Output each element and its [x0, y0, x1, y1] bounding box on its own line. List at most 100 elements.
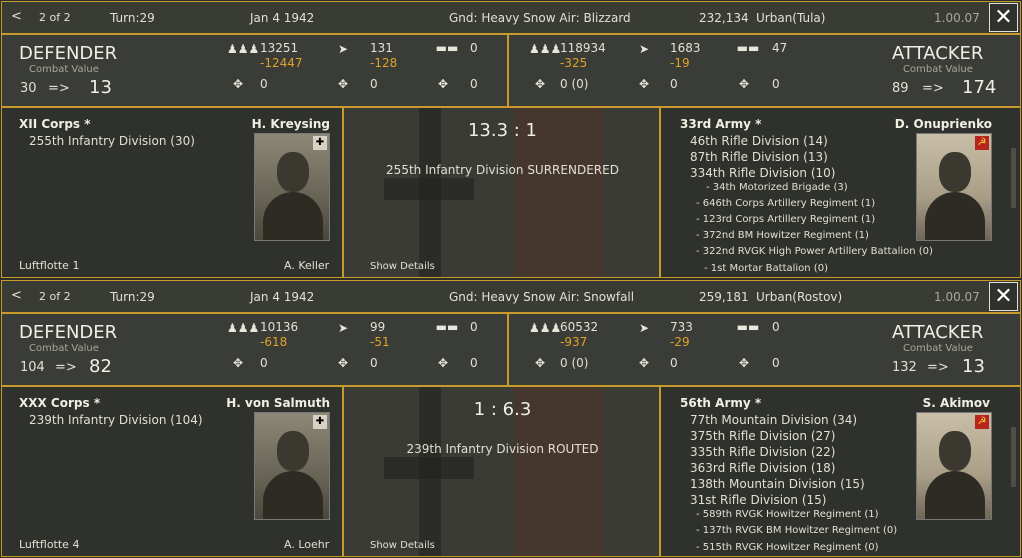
cv-start: 30 [20, 81, 37, 96]
men-loss: -325 [560, 56, 588, 70]
attacker-units-panel: 33rd Army * D. Onuprienko 46th Rifle Div… [660, 107, 1021, 278]
show-details-link[interactable]: Show Details [370, 540, 435, 551]
support-unit-item[interactable]: - 34th Motorized Brigade (3) [706, 182, 848, 193]
german-cross-icon: ✚ [313, 136, 327, 150]
defender-title: DEFENDER [19, 43, 118, 64]
close-button[interactable]: ✕ [989, 282, 1018, 311]
bomber-icon: ✥ [638, 77, 650, 91]
battle-result-panel: 13.3 : 1 255th Infantry Division SURREND… [343, 107, 660, 278]
recon-count: 0 [772, 77, 780, 91]
unit-list-item[interactable]: 31st Rifle Division (15) [690, 493, 826, 507]
unit-list-item[interactable]: 375th Rifle Division (27) [690, 429, 835, 443]
units-scrollbar[interactable] [1011, 427, 1016, 487]
show-details-link[interactable]: Show Details [370, 261, 435, 272]
version-label: 1.00.07 [934, 290, 980, 304]
unit-list-item[interactable]: 239th Infantry Division (104) [29, 413, 203, 427]
german-cross-icon: ✚ [313, 415, 327, 429]
fighters-count: 0 (0) [560, 356, 589, 370]
turn-label: Turn:29 [110, 11, 155, 25]
defender-hq[interactable]: XII Corps * [19, 117, 91, 131]
recon-plane-icon: ✥ [437, 77, 449, 91]
unit-list-item[interactable]: 87th Rifle Division (13) [690, 150, 828, 164]
attacker-hq[interactable]: 33rd Army * [680, 117, 761, 131]
unit-list-item[interactable]: 77th Mountain Division (34) [690, 413, 857, 427]
commander-portrait: ☭ [916, 412, 992, 520]
tank-icon: ▬▬ [736, 41, 760, 55]
attacker-hq[interactable]: 56th Army * [680, 396, 761, 410]
tanks-count: 0 [470, 41, 478, 55]
unit-list-item[interactable]: 255th Infantry Division (30) [29, 134, 195, 148]
unit-list-item[interactable]: 138th Mountain Division (15) [690, 477, 865, 491]
air-commander-label: A. Keller [284, 259, 330, 272]
fighter-icon: ✥ [534, 77, 546, 91]
bomber-icon: ✥ [337, 77, 349, 91]
commander-portrait: ☭ [916, 133, 992, 241]
total-men-label: 232,134 [699, 11, 749, 25]
tanks-count: 47 [772, 41, 788, 55]
support-unit-item[interactable]: - 589th RVGK Howitzer Regiment (1) [696, 509, 879, 520]
close-button[interactable]: ✕ [989, 3, 1018, 32]
infantry-icon: ♟♟♟ [227, 42, 260, 56]
combat-value-label: Combat Value [29, 64, 99, 75]
recon-plane-icon: ✥ [738, 356, 750, 370]
unit-list-item[interactable]: 363rd Rifle Division (18) [690, 461, 835, 475]
fighter-icon: ✥ [534, 356, 546, 370]
cv-end: 82 [89, 356, 112, 377]
commander-portrait: ✚ [254, 412, 330, 520]
bombers-count: 0 [670, 356, 678, 370]
bombers-count: 0 [670, 77, 678, 91]
attacker-summary: ♟♟♟ 118934 -325 ➤ 1683 -19 ▬▬ 47 ✥ 0 (0)… [508, 34, 1021, 107]
portrait-head [277, 431, 309, 471]
guns-loss: -19 [670, 56, 690, 70]
defender-hq[interactable]: XXX Corps * [19, 396, 100, 410]
support-unit-item[interactable]: - 322nd RVGK High Power Artillery Battal… [696, 246, 933, 257]
guns-loss: -29 [670, 335, 690, 349]
page-indicator: 2 of 2 [39, 290, 71, 303]
support-unit-item[interactable]: - 1st Mortar Battalion (0) [704, 263, 828, 274]
bomber-icon: ✥ [337, 356, 349, 370]
unit-list-item[interactable]: 335th Rifle Division (22) [690, 445, 835, 459]
tank-icon: ▬▬ [435, 41, 459, 55]
defender-commander: H. von Salmuth [226, 396, 330, 410]
air-commander-label: A. Loehr [284, 538, 330, 551]
soviet-flag-icon: ☭ [975, 415, 989, 429]
prev-page-button[interactable]: < [11, 9, 22, 24]
combat-report-2: < 2 of 2 Turn:29 Jan 4 1942 Gnd: Heavy S… [0, 279, 1022, 558]
support-unit-item[interactable]: - 123rd Corps Artillery Regiment (1) [696, 214, 875, 225]
cv-end: 13 [962, 356, 985, 377]
unit-list-item[interactable]: 46th Rifle Division (14) [690, 134, 828, 148]
bombers-count: 0 [370, 356, 378, 370]
portrait-head [939, 152, 971, 192]
commander-portrait: ✚ [254, 133, 330, 241]
date-label: Jan 4 1942 [250, 11, 315, 25]
men-loss: -937 [560, 335, 588, 349]
german-cross-backdrop-bar [384, 178, 474, 200]
terrain-label: Urban(Tula) [756, 11, 826, 25]
support-unit-item[interactable]: - 646th Corps Artillery Regiment (1) [696, 198, 875, 209]
men-count: 13251 [260, 41, 299, 55]
units-scrollbar[interactable] [1011, 148, 1016, 208]
german-cross-backdrop-bar [384, 457, 474, 479]
bomber-icon: ✥ [638, 356, 650, 370]
men-loss: -12447 [260, 56, 303, 70]
weather-label: Gnd: Heavy Snow Air: Snowfall [449, 290, 635, 304]
cv-start: 132 [892, 360, 917, 375]
cv-arrow: => [927, 360, 949, 375]
guns-count: 1683 [670, 41, 701, 55]
cv-end: 13 [89, 77, 112, 98]
prev-page-button[interactable]: < [11, 288, 22, 303]
air-hq-label: Luftflotte 1 [19, 259, 80, 272]
cv-start: 104 [20, 360, 45, 375]
defender-summary: DEFENDER Combat Value 104 => 82 ♟♟♟ 1013… [1, 313, 508, 386]
air-hq-label: Luftflotte 4 [19, 538, 80, 551]
portrait-torso [925, 192, 985, 240]
unit-list-item[interactable]: 334th Rifle Division (10) [690, 166, 835, 180]
support-unit-item[interactable]: - 137th RVGK BM Howitzer Regiment (0) [696, 525, 897, 536]
guns-count: 131 [370, 41, 393, 55]
support-unit-item[interactable]: - 515th RVGK Howitzer Regiment (0) [696, 542, 879, 553]
fighter-icon: ✥ [232, 356, 244, 370]
odds-ratio: 1 : 6.3 [473, 399, 532, 420]
cv-arrow: => [922, 81, 944, 96]
tank-icon: ▬▬ [736, 320, 760, 334]
support-unit-item[interactable]: - 372nd BM Howitzer Regiment (1) [696, 230, 869, 241]
